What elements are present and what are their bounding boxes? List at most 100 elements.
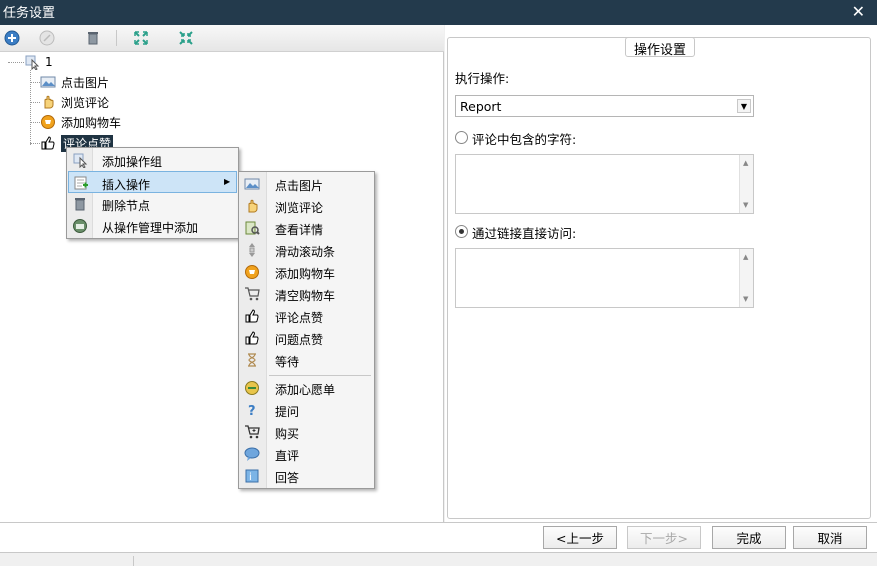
question-icon: ? bbox=[244, 402, 260, 418]
submenu-item-label: 点击图片 bbox=[275, 179, 324, 193]
contains-textarea[interactable]: ▲ ▼ bbox=[455, 154, 754, 214]
tree-connector bbox=[30, 102, 40, 103]
action-select-value: Report bbox=[460, 99, 502, 114]
tree-item-add-to-cart[interactable]: 添加购物车 bbox=[40, 112, 121, 132]
submenu-item-label: 添加心愿单 bbox=[275, 383, 336, 397]
tree-item-browse-comments[interactable]: 浏览评论 bbox=[40, 92, 109, 112]
manage-icon bbox=[72, 218, 88, 234]
submenu-item-answer[interactable]: i 回答 bbox=[240, 465, 373, 487]
image-icon bbox=[40, 74, 56, 90]
menu-item-add-from-manager[interactable]: 从操作管理中添加 bbox=[68, 215, 237, 237]
bottom-bar: <上一步 下一步> 完成 取消 bbox=[0, 522, 877, 552]
radio-link-label: 通过链接直接访问: bbox=[472, 226, 577, 241]
menu-item-label: 从操作管理中添加 bbox=[102, 221, 199, 235]
submenu-item-label: 清空购物车 bbox=[275, 289, 336, 303]
menu-item-label: 插入操作 bbox=[102, 178, 151, 192]
submenu-item-label: 添加购物车 bbox=[275, 267, 336, 281]
comment-icon bbox=[244, 446, 260, 462]
image-icon bbox=[244, 176, 260, 192]
trash-icon bbox=[72, 196, 88, 212]
scrollbar[interactable]: ▲ ▼ bbox=[739, 249, 753, 307]
thumb-up-icon bbox=[40, 135, 56, 151]
cart-empty-icon bbox=[244, 286, 260, 302]
tree-connector bbox=[8, 62, 24, 63]
submenu-item-comment-like[interactable]: 评论点赞 bbox=[240, 305, 373, 327]
submenu-item-browse-comments[interactable]: 浏览评论 bbox=[240, 195, 373, 217]
title-bar: 任务设置 ✕ bbox=[0, 0, 877, 25]
cancel-circle-icon[interactable] bbox=[37, 28, 57, 48]
tree-root[interactable]: 1 bbox=[24, 52, 53, 72]
tree-root-label: 1 bbox=[45, 55, 53, 69]
submenu-item-add-wishlist[interactable]: 添加心愿单 bbox=[240, 377, 373, 399]
radio-contains-label: 评论中包含的字符: bbox=[472, 132, 577, 147]
action-select[interactable]: Report ▼ bbox=[455, 95, 754, 117]
submenu-item-label: 滑动滚动条 bbox=[275, 245, 336, 259]
cart-add-icon bbox=[244, 264, 260, 280]
cursor-icon bbox=[24, 54, 40, 70]
menu-item-label: 删除节点 bbox=[102, 199, 151, 213]
submenu-item-scroll[interactable]: 滑动滚动条 bbox=[240, 239, 373, 261]
tree-item-click-image[interactable]: 点击图片 bbox=[40, 72, 109, 92]
hourglass-icon bbox=[244, 352, 260, 368]
submenu-arrow-icon: ▶ bbox=[224, 177, 231, 186]
next-button[interactable]: 下一步> bbox=[627, 526, 701, 549]
submenu-item-click-image[interactable]: 点击图片 bbox=[240, 173, 373, 195]
close-icon[interactable]: ✕ bbox=[852, 2, 865, 21]
submenu-item-direct-comment[interactable]: 直评 bbox=[240, 443, 373, 465]
insert-submenu: 点击图片 浏览评论 查看详情 滑动滚动条 添加购物车 清空购物车 评论点赞 问题… bbox=[238, 171, 375, 489]
submenu-item-label: 回答 bbox=[275, 471, 300, 485]
menu-item-add-group[interactable]: 添加操作组 bbox=[68, 149, 237, 171]
chevron-down-icon[interactable]: ▼ bbox=[737, 99, 751, 113]
submenu-item-view-details[interactable]: 查看详情 bbox=[240, 217, 373, 239]
link-textarea[interactable]: ▲ ▼ bbox=[455, 248, 754, 308]
radio-contains[interactable] bbox=[455, 131, 468, 144]
hand-icon bbox=[244, 198, 260, 214]
collapse-icon[interactable] bbox=[176, 28, 196, 48]
submenu-item-label: 直评 bbox=[275, 449, 300, 463]
expand-icon[interactable] bbox=[131, 28, 151, 48]
menu-item-insert[interactable]: 插入操作 ▶ bbox=[68, 171, 237, 193]
menu-item-label: 添加操作组 bbox=[102, 155, 163, 169]
details-icon bbox=[244, 220, 260, 236]
left-pane: 1 点击图片 浏览评论 添加购物车 评论点赞 bbox=[0, 25, 444, 522]
status-bar bbox=[0, 552, 877, 566]
tree-item-label: 浏览评论 bbox=[61, 95, 110, 110]
menu-item-delete-node[interactable]: 删除节点 bbox=[68, 193, 237, 215]
submenu-item-question-like[interactable]: 问题点赞 bbox=[240, 327, 373, 349]
submenu-item-buy[interactable]: 购买 bbox=[240, 421, 373, 443]
submenu-item-label: 等待 bbox=[275, 355, 300, 369]
submenu-item-label: 提问 bbox=[275, 405, 300, 419]
tree-item-label: 添加购物车 bbox=[61, 115, 122, 130]
submenu-item-label: 评论点赞 bbox=[275, 311, 324, 325]
submenu-item-label: 浏览评论 bbox=[275, 201, 324, 215]
svg-text:i: i bbox=[249, 472, 252, 483]
settings-group: 操作设置 执行操作: Report ▼ 评论中包含的字符: ▲ ▼ 通过链接直接访… bbox=[447, 37, 871, 519]
prev-button[interactable]: <上一步 bbox=[543, 526, 617, 549]
cancel-button[interactable]: 取消 bbox=[793, 526, 867, 549]
cart-add-icon bbox=[40, 114, 56, 130]
add-circle-icon[interactable] bbox=[2, 28, 22, 48]
toolbar-separator bbox=[116, 30, 117, 46]
menu-separator bbox=[269, 375, 371, 376]
tree-item-label: 点击图片 bbox=[61, 75, 110, 90]
submenu-item-add-to-cart[interactable]: 添加购物车 bbox=[240, 261, 373, 283]
hand-icon bbox=[40, 94, 56, 110]
scrollbar[interactable]: ▲ ▼ bbox=[739, 155, 753, 213]
submenu-item-empty-cart[interactable]: 清空购物车 bbox=[240, 283, 373, 305]
finish-button[interactable]: 完成 bbox=[712, 526, 786, 549]
settings-pane: 操作设置 执行操作: Report ▼ 评论中包含的字符: ▲ ▼ 通过链接直接访… bbox=[445, 25, 877, 522]
toolbar bbox=[0, 25, 444, 52]
trash-icon[interactable] bbox=[83, 28, 103, 48]
radio-link[interactable] bbox=[455, 225, 468, 238]
answer-icon: i bbox=[244, 468, 260, 484]
buy-cart-icon bbox=[244, 424, 260, 440]
tree-connector bbox=[30, 82, 40, 83]
submenu-item-label: 问题点赞 bbox=[275, 333, 324, 347]
submenu-item-ask[interactable]: ? 提问 bbox=[240, 399, 373, 421]
submenu-item-wait[interactable]: 等待 bbox=[240, 349, 373, 371]
submenu-item-label: 查看详情 bbox=[275, 223, 324, 237]
insert-icon bbox=[73, 175, 89, 191]
window-title: 任务设置 bbox=[3, 6, 56, 21]
action-label: 执行操作: bbox=[455, 71, 510, 86]
context-menu: 添加操作组 插入操作 ▶ 删除节点 从操作管理中添加 bbox=[66, 147, 239, 239]
